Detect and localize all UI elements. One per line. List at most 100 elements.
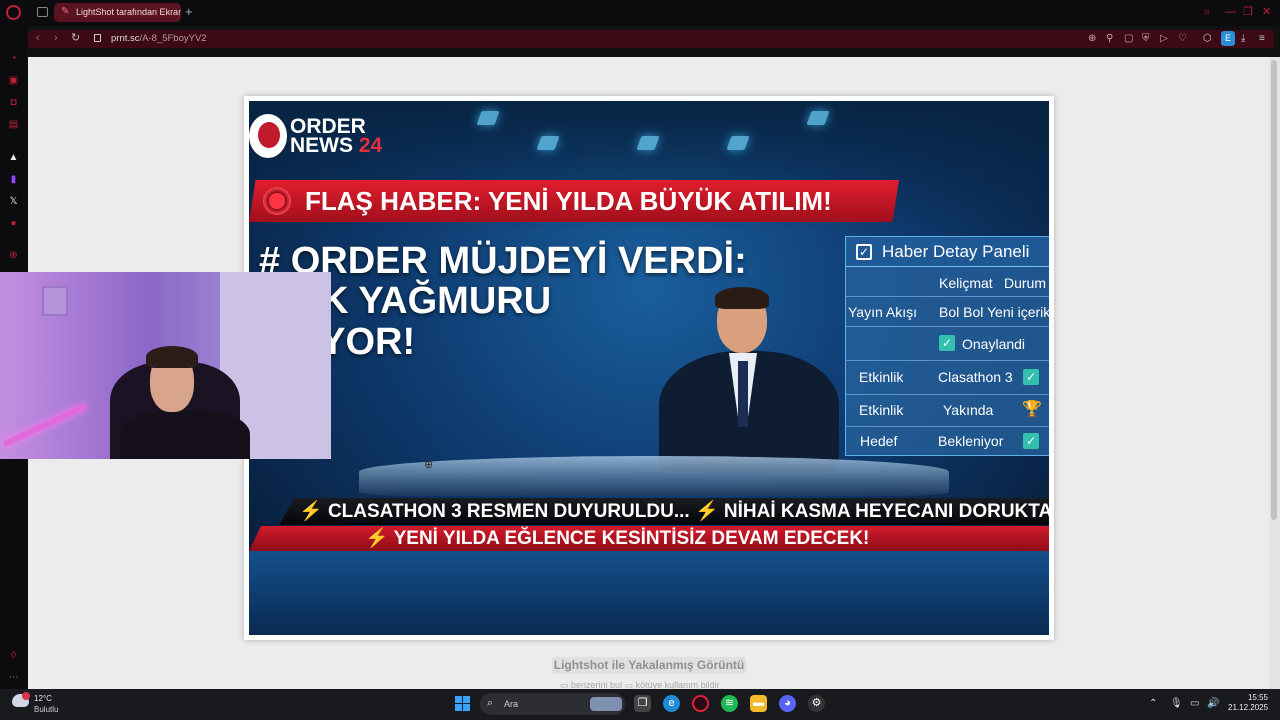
snapshot-icon[interactable]: ▢ <box>1124 33 1133 45</box>
show-hidden-icons-icon[interactable]: ⌃ <box>1149 698 1157 710</box>
panel-r1-label: Yayın Akışı <box>848 304 917 320</box>
player-icon[interactable]: ▷ <box>1160 33 1168 45</box>
ticker-top: ⚡ CLASATHON 3 RESMEN DUYURULDU... ⚡ NİHA… <box>279 498 1049 525</box>
maps-icon[interactable]: ▤ <box>7 118 20 131</box>
zoom-icon[interactable]: ⊕ <box>1088 33 1096 45</box>
crypto-wallet-icon[interactable]: ▣ <box>7 74 20 87</box>
minimize-icon[interactable]: — <box>1225 6 1236 18</box>
back-icon[interactable]: ‹ <box>36 32 40 45</box>
logo-swoosh <box>258 122 280 148</box>
live-dot-icon <box>263 187 291 215</box>
webcam-wall-frame <box>42 286 68 316</box>
check-icon: ✓ <box>1023 433 1039 449</box>
lightning-icon: ⚡ <box>299 501 323 522</box>
order-news-logo: ORDER NEWS 24 <box>249 113 399 163</box>
check-icon: ✓ <box>1023 369 1039 385</box>
close-window-icon[interactable]: ✕ <box>1262 6 1271 18</box>
aria-icon[interactable]: ◔ <box>7 52 20 65</box>
search-icon: ⌕ <box>487 697 494 709</box>
headline-line1: # ORDER MÜJDEYİ VERDİ: <box>259 240 747 282</box>
search-label: Ara <box>504 699 519 709</box>
volume-icon[interactable]: 🔊 <box>1207 698 1219 710</box>
file-explorer-icon[interactable]: ▬ <box>750 695 767 712</box>
scrollbar-thumb[interactable] <box>1271 60 1277 520</box>
panel-r2-value: Onaylandi <box>962 336 1026 352</box>
new-tab-button[interactable]: + <box>185 4 193 20</box>
logo-news: NEWS <box>290 134 353 157</box>
lightning-icon: ⚡ <box>365 528 389 549</box>
webcam-person-torso <box>120 410 250 459</box>
news-desk <box>359 456 949 496</box>
edge-icon[interactable]: e <box>663 695 680 712</box>
microphone-icon[interactable]: 🎙 <box>1170 698 1183 710</box>
panel-divider <box>846 296 1049 297</box>
tab-bar: ✎ LightShot tarafından Ekran + ⌕ — ❐ ✕ <box>0 0 1280 26</box>
panel-r1-value: Bol Bol Yeni içerik <box>939 304 1049 320</box>
bookmark-heart-icon[interactable]: ♡ <box>1178 33 1187 45</box>
feather-icon: ✎ <box>61 6 70 17</box>
ticker-bottom-value: YENİ YILDA EĞLENCE KESİNTİSİZ DEVAM EDEC… <box>393 528 870 549</box>
weather-alert-badge <box>22 692 30 700</box>
lock-icon[interactable] <box>94 34 101 42</box>
apps-icon[interactable]: ▲ <box>7 151 20 164</box>
windows-start-icon[interactable] <box>455 696 470 711</box>
panel-header: ✓ Haber Detay Paneli <box>846 237 1049 267</box>
task-view-icon[interactable]: ❐ <box>634 695 651 712</box>
tab-title: LightShot tarafından Ekran <box>76 7 181 17</box>
ticker-top-text: ⚡ CLASATHON 3 RESMEN DUYURULDU... ⚡ NİHA… <box>299 500 1049 523</box>
taskbar-search[interactable]: ⌕ Ara <box>480 693 625 715</box>
clock-time: 15:55 <box>1247 693 1268 702</box>
url-path: /A-8_5FboyYV2 <box>139 33 207 44</box>
weather-condition[interactable]: Bulutlu <box>34 705 58 714</box>
search-tabs-icon[interactable]: ⌕ <box>1204 6 1210 18</box>
panel-r3-value: Clasathon 3 <box>938 369 1013 385</box>
search-highlight-image <box>590 697 622 711</box>
anchor-tie <box>738 361 748 427</box>
add-sidebar-icon[interactable]: ⊕ <box>7 249 20 262</box>
panel-r4-label: Etkinlik <box>859 402 904 418</box>
tab-lightshot[interactable]: ✎ LightShot tarafından Ekran <box>54 3 181 22</box>
panel-r5-value: Bekleniyor <box>938 433 1004 449</box>
taskbar-clock[interactable]: 15:55 21.12.2025 <box>1228 693 1268 713</box>
weather-temperature[interactable]: 12°C <box>34 694 52 703</box>
flash-news-banner: FLAŞ HABER: YENİ YILDA BÜYÜK ATILIM! <box>249 180 899 222</box>
steelseries-icon[interactable]: ⚙ <box>808 695 825 712</box>
twitch-icon[interactable]: ▮ <box>7 173 20 186</box>
checkbox-icon: ✓ <box>856 244 872 260</box>
anchor-hair <box>715 287 769 309</box>
download-icon[interactable]: ⤓ <box>1241 33 1245 45</box>
spotify-icon[interactable]: ≋ <box>721 695 738 712</box>
news-image: ORDER NEWS 24 FLAŞ HABER: YENİ YILDA BÜY… <box>249 101 1049 635</box>
check-icon: ✓ <box>939 335 955 351</box>
vpn-icon[interactable]: ⛨ <box>1142 33 1150 45</box>
tab-overview-icon[interactable] <box>37 7 48 17</box>
panel-r3-label: Etkinlik <box>859 369 904 385</box>
opera-logo-icon[interactable] <box>6 5 21 20</box>
x-twitter-icon[interactable]: 𝕏 <box>7 195 20 208</box>
panel-divider <box>846 394 1049 395</box>
instagram-icon[interactable]: ◘ <box>7 96 20 109</box>
lightning-icon: ⚡ <box>694 501 719 522</box>
forward-icon[interactable]: › <box>54 32 58 45</box>
pin-icon[interactable]: ⚲ <box>1106 33 1113 45</box>
music-icon[interactable]: ● <box>7 217 20 230</box>
ticker-bottom-text: ⚡ YENİ YILDA EĞLENCE KESİNTİSİZ DEVAM ED… <box>365 527 869 550</box>
url-text[interactable]: prnt.sc/A-8_5FboyYV2 <box>111 33 207 45</box>
menu-icon[interactable]: ≡ <box>1259 33 1265 45</box>
zoom-cursor-icon: ⊕ <box>424 459 434 471</box>
opera-gx-icon[interactable] <box>692 695 709 712</box>
extension-e-button[interactable]: E <box>1221 31 1235 46</box>
more-icon[interactable]: ⋯ <box>7 671 20 684</box>
gx-icon[interactable]: ◊ <box>7 649 20 662</box>
panel-r4-value: Yakında <box>943 402 994 418</box>
panel-col1: Keliçmat <box>939 275 993 291</box>
extensions-icon[interactable]: ⬡ <box>1203 33 1212 45</box>
network-icon[interactable]: ▭ <box>1190 698 1199 710</box>
panel-divider <box>846 326 1049 327</box>
trophy-icon: 🏆 <box>1022 401 1042 418</box>
reload-icon[interactable]: ↻ <box>71 32 80 45</box>
logo-line2: NEWS 24 <box>290 135 382 157</box>
ticker-bottom: ⚡ YENİ YILDA EĞLENCE KESİNTİSİZ DEVAM ED… <box>249 526 1049 551</box>
maximize-icon[interactable]: ❐ <box>1243 6 1253 18</box>
discord-icon[interactable]: ◕ <box>779 695 796 712</box>
